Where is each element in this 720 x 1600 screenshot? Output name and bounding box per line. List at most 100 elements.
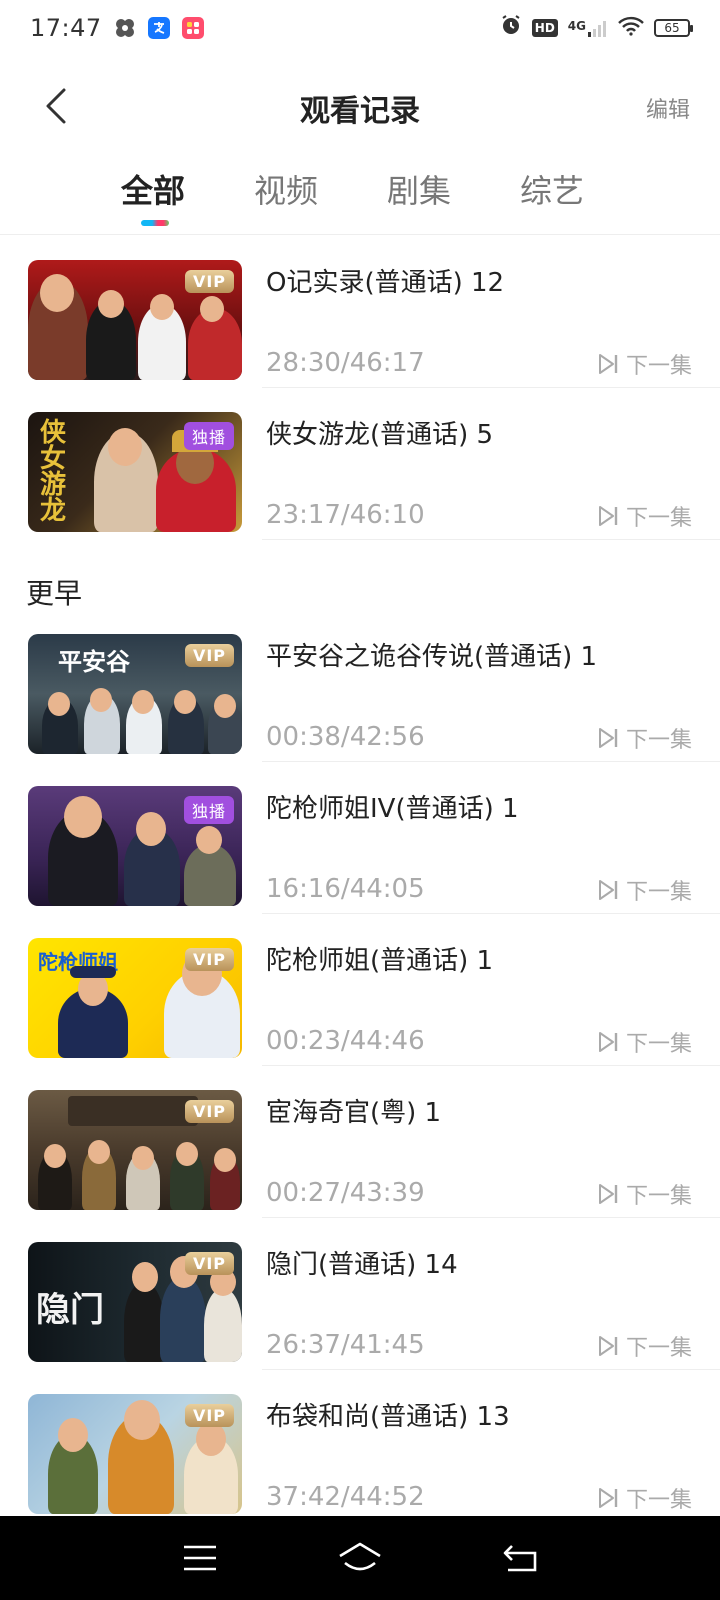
fan-app-icon <box>114 17 136 39</box>
tab-variety[interactable]: 综艺 <box>497 166 607 212</box>
skip-next-icon <box>598 354 618 374</box>
history-item[interactable]: 陀枪师姐 VIP 陀枪师姐(普通话) 1 00:23/44:46 下一集 <box>0 914 720 1066</box>
skip-next-icon <box>598 1336 618 1356</box>
video-thumbnail[interactable]: VIP <box>28 260 242 380</box>
next-episode-label: 下一集 <box>625 1184 692 1209</box>
section-header: 更早 <box>0 540 720 620</box>
video-title[interactable]: 陀枪师姐IV(普通话) 1 <box>266 788 519 825</box>
video-title[interactable]: 平安谷之诡谷传说(普通话) 1 <box>266 636 597 673</box>
video-title[interactable]: 宦海奇官(粤) 1 <box>266 1092 441 1129</box>
history-item[interactable]: VIP 宦海奇官(粤) 1 00:27/43:39 下一集 <box>0 1066 720 1218</box>
section-title: 更早 <box>26 577 83 610</box>
next-episode-button[interactable]: 下一集 <box>598 1178 692 1210</box>
exclusive-badge: 独播 <box>183 422 234 450</box>
watch-progress: 00:27/43:39 <box>266 1178 425 1208</box>
watch-progress: 16:16/44:05 <box>266 874 425 904</box>
next-episode-label: 下一集 <box>625 1336 692 1361</box>
chevron-left-icon <box>46 88 66 124</box>
video-thumbnail[interactable]: VIP <box>28 1394 242 1514</box>
back-button[interactable] <box>36 84 76 128</box>
skip-next-icon <box>598 880 618 900</box>
skip-next-icon <box>598 1032 618 1052</box>
next-episode-button[interactable]: 下一集 <box>598 348 692 380</box>
video-title[interactable]: O记实录(普通话) 12 <box>266 262 504 299</box>
skip-next-icon <box>598 506 618 526</box>
video-thumbnail[interactable]: 隐门 VIP <box>28 1242 242 1362</box>
video-title[interactable]: 布袋和尚(普通话) 13 <box>266 1396 510 1433</box>
page-title: 观看记录 <box>300 94 420 129</box>
thumbnail-text: 侠女游龙 <box>40 418 67 526</box>
vip-badge: VIP <box>184 1404 234 1427</box>
home-icon <box>339 1542 381 1571</box>
skip-next-icon <box>598 1184 618 1204</box>
next-episode-button[interactable]: 下一集 <box>598 1330 692 1362</box>
vip-badge: VIP <box>184 1252 234 1275</box>
video-title[interactable]: 陀枪师姐(普通话) 1 <box>266 940 493 977</box>
header: 观看记录 编辑 <box>0 66 720 146</box>
alarm-icon <box>500 14 522 42</box>
return-icon <box>503 1545 537 1572</box>
tab-indicator <box>141 220 169 226</box>
alipay-app-icon <box>147 17 170 39</box>
video-thumbnail[interactable]: 陀枪师姐 VIP <box>28 938 242 1058</box>
video-thumbnail[interactable]: 平安谷 VIP <box>28 634 242 754</box>
exclusive-badge: 独播 <box>183 796 234 824</box>
photo-app-icon <box>181 17 204 39</box>
menu-icon <box>184 1545 216 1571</box>
battery-icon: 65 <box>654 19 693 37</box>
history-item[interactable]: 独播 陀枪师姐IV(普通话) 1 16:16/44:05 下一集 <box>0 762 720 914</box>
wifi-icon <box>618 14 644 42</box>
history-list: VIP O记实录(普通话) 12 28:30/46:17 下一集 侠女游龙 独播… <box>0 236 720 1522</box>
watch-progress: 26:37/41:45 <box>266 1330 425 1360</box>
history-item[interactable]: VIP 布袋和尚(普通话) 13 37:42/44:52 下一集 <box>0 1370 720 1522</box>
hd-badge: HD <box>531 19 558 37</box>
edit-button[interactable]: 编辑 <box>646 92 690 124</box>
video-thumbnail[interactable]: 侠女游龙 独播 <box>28 412 242 532</box>
history-item[interactable]: VIP O记实录(普通话) 12 28:30/46:17 下一集 <box>0 236 720 388</box>
system-nav-bar <box>0 1516 720 1600</box>
next-episode-button[interactable]: 下一集 <box>598 722 692 754</box>
watch-progress: 00:38/42:56 <box>266 722 425 752</box>
next-episode-button[interactable]: 下一集 <box>598 874 692 906</box>
next-episode-label: 下一集 <box>625 1488 692 1513</box>
next-episode-label: 下一集 <box>625 880 692 905</box>
vip-badge: VIP <box>184 948 234 971</box>
video-title[interactable]: 隐门(普通话) 14 <box>266 1244 458 1281</box>
menu-button[interactable] <box>170 1528 230 1588</box>
back-nav-button[interactable] <box>490 1528 550 1588</box>
watch-progress: 28:30/46:17 <box>266 348 425 378</box>
tab-video[interactable]: 视频 <box>231 166 341 212</box>
vip-badge: VIP <box>184 1100 234 1123</box>
battery-level: 65 <box>664 21 680 35</box>
next-episode-label: 下一集 <box>625 506 692 531</box>
video-title[interactable]: 侠女游龙(普通话) 5 <box>266 414 493 451</box>
status-bar: 17:47 HD 4G 65 <box>0 0 720 56</box>
next-episode-button[interactable]: 下一集 <box>598 500 692 532</box>
thumbnail-text: 平安谷 <box>58 648 130 676</box>
watch-progress: 00:23/44:46 <box>266 1026 425 1056</box>
watch-progress: 23:17/46:10 <box>266 500 425 530</box>
next-episode-label: 下一集 <box>625 354 692 379</box>
video-thumbnail[interactable]: 独播 <box>28 786 242 906</box>
vip-badge: VIP <box>184 644 234 667</box>
next-episode-label: 下一集 <box>625 728 692 753</box>
skip-next-icon <box>598 1488 618 1508</box>
history-item[interactable]: 平安谷 VIP 平安谷之诡谷传说(普通话) 1 00:38/42:56 下一集 <box>0 610 720 762</box>
history-item[interactable]: 隐门 VIP 隐门(普通话) 14 26:37/41:45 下一集 <box>0 1218 720 1370</box>
next-episode-button[interactable]: 下一集 <box>598 1026 692 1058</box>
video-thumbnail[interactable]: VIP <box>28 1090 242 1210</box>
tab-bar: 全部 视频 剧集 综艺 <box>0 166 720 232</box>
tab-all[interactable]: 全部 <box>98 166 208 212</box>
divider <box>0 234 720 235</box>
history-item[interactable]: 侠女游龙 独播 侠女游龙(普通话) 5 23:17/46:10 下一集 <box>0 388 720 540</box>
home-button[interactable] <box>330 1528 390 1588</box>
next-episode-label: 下一集 <box>625 1032 692 1057</box>
skip-next-icon <box>598 728 618 748</box>
vip-badge: VIP <box>184 270 234 293</box>
thumbnail-text: 隐门 <box>36 1290 104 1330</box>
network-type: 4G <box>567 19 586 33</box>
next-episode-button[interactable]: 下一集 <box>598 1482 692 1514</box>
tab-series[interactable]: 剧集 <box>364 166 474 212</box>
status-time: 17:47 <box>30 14 102 42</box>
cell-signal-icon: 4G <box>568 19 608 37</box>
